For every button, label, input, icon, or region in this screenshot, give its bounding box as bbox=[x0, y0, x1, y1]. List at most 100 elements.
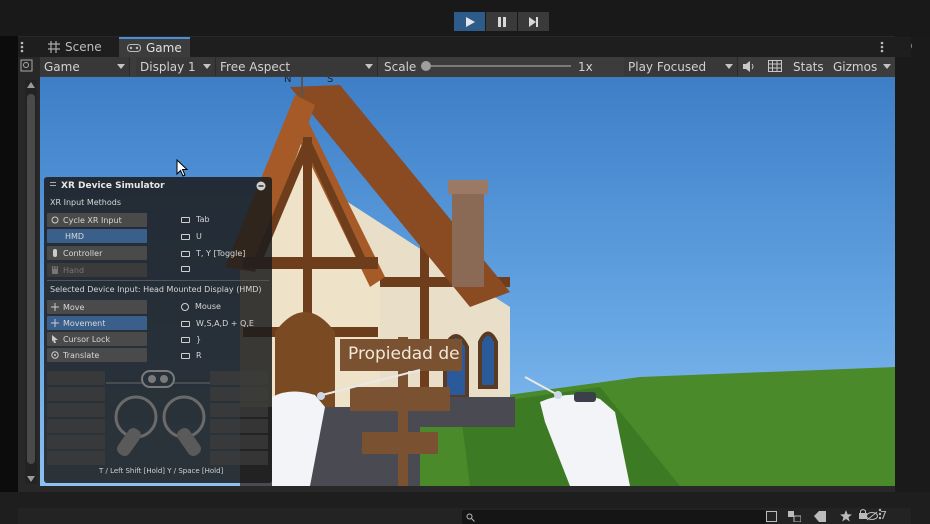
hmd-button[interactable]: HMD bbox=[47, 229, 147, 243]
tab-game[interactable]: Game bbox=[119, 37, 190, 57]
hand-icon bbox=[52, 266, 58, 274]
scale-value: 1x bbox=[578, 59, 593, 74]
view-mode-value: Game bbox=[44, 59, 80, 74]
label-tag-icon[interactable] bbox=[814, 511, 826, 522]
scale-label: Scale bbox=[384, 59, 417, 74]
keyboard-icon bbox=[181, 250, 190, 257]
controller-label: Controller bbox=[63, 248, 103, 258]
cursor-lock-label: Cursor Lock bbox=[63, 334, 111, 344]
inspect-icon[interactable] bbox=[20, 59, 33, 72]
keyboard-icon bbox=[181, 233, 190, 240]
binding-slot bbox=[210, 435, 268, 449]
xr-panel-title: XR Device Simulator bbox=[61, 181, 165, 191]
resolution-grid-icon[interactable] bbox=[768, 60, 782, 72]
binding-slot bbox=[47, 403, 105, 417]
move-button[interactable]: Move bbox=[47, 300, 147, 314]
translate-icon bbox=[51, 351, 59, 359]
binding-slot bbox=[210, 387, 268, 401]
expand-icon[interactable] bbox=[766, 511, 777, 522]
controller-button[interactable]: Controller bbox=[47, 246, 147, 260]
view-mode-dropdown[interactable]: Game bbox=[40, 57, 130, 76]
play-mode-dropdown[interactable]: Play Focused bbox=[624, 57, 738, 76]
scale-slider-handle[interactable] bbox=[421, 61, 431, 71]
aspect-value: Free Aspect bbox=[220, 59, 291, 74]
step-icon bbox=[529, 16, 538, 27]
movement-label: Movement bbox=[63, 318, 106, 328]
move-arrows-icon bbox=[51, 303, 59, 311]
stats-button[interactable]: Stats bbox=[793, 57, 824, 76]
window-menu-dots-icon[interactable] bbox=[880, 41, 884, 56]
tab-menu-dots-icon[interactable] bbox=[20, 41, 28, 53]
play-button[interactable] bbox=[454, 12, 485, 31]
controller-key: T, Y [Toggle] bbox=[181, 249, 245, 258]
hidden-packages-icon[interactable] bbox=[866, 511, 878, 521]
right-panel-edge bbox=[895, 36, 930, 524]
hand-key bbox=[181, 266, 190, 272]
sign-text: Propiedad de bbox=[348, 344, 460, 364]
chevron-down-icon bbox=[725, 64, 733, 69]
play-icon bbox=[465, 16, 475, 27]
audio-mute-icon[interactable] bbox=[742, 60, 756, 73]
search-icon bbox=[466, 513, 475, 522]
favorite-star-icon[interactable] bbox=[840, 510, 852, 522]
grid-icon bbox=[48, 41, 60, 53]
pause-icon bbox=[497, 16, 506, 27]
binding-slot bbox=[47, 435, 105, 449]
binding-slot bbox=[210, 451, 268, 465]
cycle-xr-input-key: Tab bbox=[181, 215, 210, 224]
cursor-lock-button[interactable]: Cursor Lock bbox=[47, 332, 147, 346]
divider bbox=[47, 280, 269, 281]
drag-handle-icon[interactable] bbox=[50, 182, 56, 186]
pause-button[interactable] bbox=[486, 12, 517, 31]
bottom-panel-strip: 7 bbox=[18, 508, 911, 524]
gamepad-icon bbox=[127, 44, 141, 52]
tab-scene-label: Scene bbox=[65, 40, 102, 54]
display-value: Display 1 bbox=[140, 59, 196, 74]
tab-bar: Scene Game bbox=[18, 37, 911, 57]
filter-type-icon[interactable] bbox=[788, 511, 801, 522]
keyboard-icon bbox=[181, 216, 190, 223]
hand-button[interactable]: Hand bbox=[47, 263, 147, 277]
scroll-up-arrow-icon[interactable] bbox=[27, 82, 35, 88]
move-label: Move bbox=[63, 302, 85, 312]
scroll-down-arrow-icon[interactable] bbox=[27, 476, 35, 482]
chevron-down-icon bbox=[117, 64, 125, 69]
play-mode-value: Play Focused bbox=[628, 59, 707, 74]
binding-slot bbox=[210, 371, 268, 385]
binding-slot bbox=[47, 419, 105, 433]
display-dropdown[interactable]: Display 1 bbox=[136, 57, 216, 76]
keyboard-icon bbox=[181, 266, 190, 272]
step-button[interactable] bbox=[518, 12, 549, 31]
chevron-down-icon bbox=[365, 64, 373, 69]
move-key: Mouse bbox=[181, 302, 221, 311]
aspect-dropdown[interactable]: Free Aspect bbox=[216, 57, 378, 76]
scrollbar-thumb[interactable] bbox=[27, 94, 35, 464]
play-controls bbox=[454, 12, 549, 32]
chevron-down-icon bbox=[203, 64, 211, 69]
hmd-key: U bbox=[181, 232, 202, 241]
controller-hint: T / Left Shift [Hold] Y / Space [Hold] bbox=[99, 467, 224, 475]
gizmos-label: Gizmos bbox=[833, 59, 878, 74]
keyboard-icon bbox=[181, 352, 190, 359]
chimney bbox=[452, 187, 484, 287]
vertical-scrollbar[interactable] bbox=[25, 80, 37, 484]
movement-icon bbox=[51, 319, 59, 327]
chevron-down-icon bbox=[883, 64, 891, 69]
search-bar[interactable] bbox=[462, 510, 766, 524]
mouse-cursor-icon bbox=[176, 159, 188, 177]
cycle-xr-input-button[interactable]: Cycle XR Input bbox=[47, 213, 147, 227]
cycle-xr-input-label: Cycle XR Input bbox=[63, 215, 122, 225]
xr-device-simulator-panel: XR Device Simulator XR Input Methods Cyc… bbox=[44, 177, 272, 483]
scale-slider-track[interactable] bbox=[423, 65, 571, 67]
xr-controllers-illustration bbox=[106, 370, 210, 456]
input-methods-label: XR Input Methods bbox=[50, 198, 122, 207]
binding-slot bbox=[47, 451, 105, 465]
cursor-icon bbox=[52, 335, 58, 343]
tab-scene[interactable]: Scene bbox=[40, 37, 110, 57]
keyboard-icon bbox=[181, 336, 190, 343]
movement-button[interactable]: Movement bbox=[47, 316, 147, 330]
translate-button[interactable]: Translate bbox=[47, 348, 147, 362]
collapse-icon[interactable] bbox=[256, 181, 266, 191]
gizmos-dropdown[interactable]: Gizmos bbox=[829, 57, 895, 76]
mouse-icon bbox=[181, 302, 189, 311]
